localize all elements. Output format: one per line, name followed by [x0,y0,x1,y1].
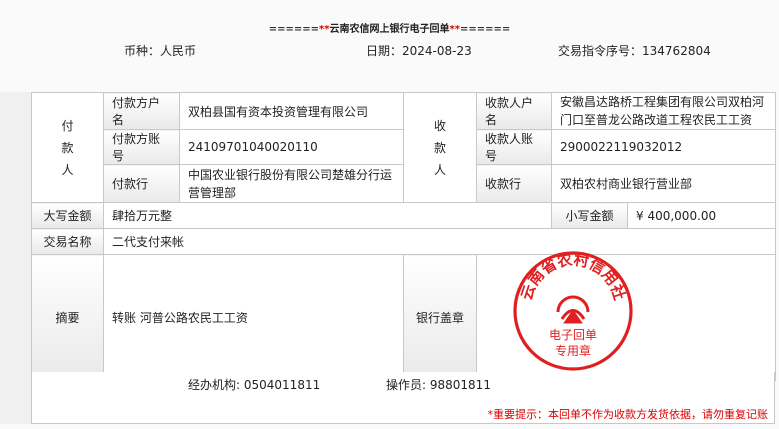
stamp-emblem-icon [556,295,590,324]
amount-small: ¥ 400,000.00 [626,202,777,229]
receipt-title: ======**云南农信网上银行电子回单**====== [0,20,779,35]
agency-label: 经办机构: [188,378,241,392]
payer-bank-label: 付款行 [103,164,180,203]
receipt-page: ======**云南农信网上银行电子回单**====== 币种：人民币 日期：2… [0,0,779,429]
agency-value: 0504011811 [243,378,321,392]
title-post: ====== [459,24,511,35]
bank-seal-stamp: 云南省农村信用社 电子回单 专用章 [513,250,633,371]
title-star-right: ** [449,24,460,35]
stamp-bottom-text: 专用章 [555,343,591,358]
payer-section: 付 款 人 [31,92,104,203]
operator-field: 操作员: 98801811 [386,376,491,393]
payer-account-label: 付款方账号 [103,129,180,165]
title-text: 云南农信网上银行电子回单 [329,24,450,35]
agency-field: 经办机构: 0504011811 [188,376,320,393]
payer-name-label: 付款方户名 [103,92,180,130]
txn-field: 交易指令序号：134762804 [558,42,711,59]
amount-small-label: 小写金额 [551,202,628,229]
date-label: 日期： [366,44,403,58]
amount-caps: 肆拾万元整 [103,202,552,229]
memo-value: 转账 河普公路农民工工资 [103,254,404,381]
receipt-footer: 经办机构: 0504011811 操作员: 98801811 *重要提示：本回单… [31,372,775,424]
payer-name: 双柏县国有资本投资管理有限公司 [179,92,404,130]
currency-label: 币种： [124,44,161,58]
stamp-mid-text: 电子回单 [549,328,597,342]
operator-value: 98801811 [429,378,491,392]
currency-value: 人民币 [160,44,197,58]
operator-label: 操作员: [386,378,427,392]
title-pre: ====== [268,24,320,35]
currency-field: 币种：人民币 [124,42,196,59]
date-field: 日期：2024-08-23 [366,42,472,59]
left-margin [0,92,31,424]
memo-label: 摘要 [31,254,104,381]
txn-name-value: 二代支付来帐 [102,228,777,255]
payer-account: 24109701040020110 [179,129,404,165]
date-value: 2024-08-23 [402,44,472,58]
txn-name-label: 交易名称 [31,228,104,255]
receipt-table: 付 款 人 付款方户名 双柏县国有资本投资管理有限公司 收 款 人 收款人户名 … [31,92,777,381]
title-star-left: ** [319,24,330,35]
seal-label: 银行盖章 [403,254,477,381]
payee-section: 收 款 人 [403,92,477,203]
payee-account-label: 收款人账号 [476,129,552,165]
payee-account: 2900022119032012 [550,129,777,165]
stamp-arc-text: 云南省农村信用社 [517,250,628,302]
payer-bank: 中国农业银行股份有限公司楚雄分行运营管理部 [179,164,404,203]
txn-label: 交易指令序号： [558,44,643,58]
payee-name: 安徽昌达路桥工程集团有限公司双柏河门口至普龙公路改道工程农民工工资 [550,92,777,130]
payee-bank: 双柏农村商业银行营业部 [550,164,777,203]
amount-caps-label: 大写金额 [31,202,104,229]
important-tip: *重要提示：本回单不作为收款方发货依据，请勿重复记账 [487,408,769,421]
payee-name-label: 收款人户名 [476,92,552,130]
txn-value: 134762804 [642,44,711,58]
payee-bank-label: 收款行 [476,164,552,203]
